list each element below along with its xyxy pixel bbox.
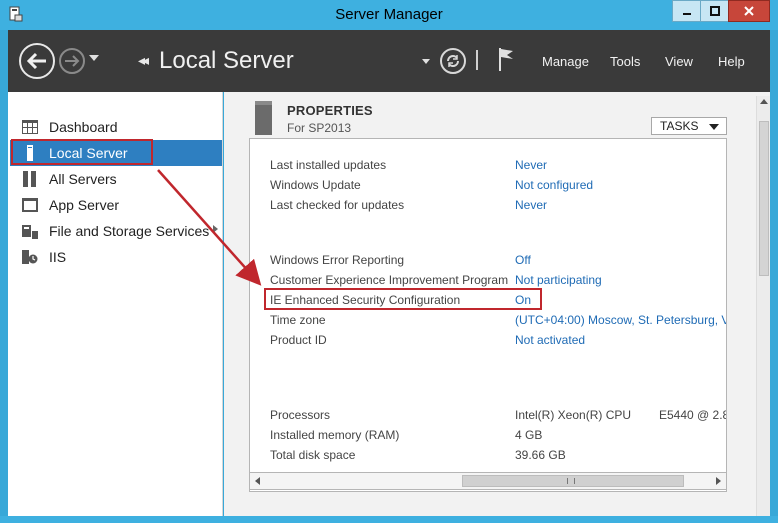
tasks-label: TASKS (660, 119, 699, 133)
sidebar-item-all-servers[interactable]: All Servers (10, 166, 222, 192)
menu-help[interactable]: Help (718, 54, 745, 69)
sidebar: Dashboard Local Server All Servers App S… (8, 92, 223, 516)
dashboard-icon (22, 119, 38, 135)
prop-value-windows-update[interactable]: Not configured (515, 178, 593, 192)
prop-label: Product ID (270, 333, 327, 347)
prop-label: Windows Error Reporting (270, 253, 405, 267)
properties-subtitle: For SP2013 (287, 121, 352, 135)
prop-label: Windows Update (270, 178, 361, 192)
history-dropdown-icon[interactable] (89, 55, 99, 61)
forward-button[interactable] (59, 48, 85, 74)
properties-panel: Last installed updates Never Windows Upd… (249, 138, 727, 492)
properties-server-icon (255, 101, 272, 135)
back-button[interactable] (19, 43, 55, 79)
sidebar-item-local-server[interactable]: Local Server (10, 140, 222, 166)
all-servers-icon (22, 171, 38, 187)
vertical-scroll-thumb[interactable] (759, 121, 769, 276)
scroll-grip-icon (567, 478, 575, 484)
horizontal-scrollbar[interactable] (249, 472, 727, 490)
prop-value-memory: 4 GB (515, 428, 543, 442)
expand-chevron-icon[interactable] (213, 225, 218, 233)
minimize-button[interactable] (672, 0, 702, 22)
sidebar-item-label: Dashboard (49, 119, 118, 135)
sidebar-item-label: IIS (49, 249, 67, 265)
prop-label: Time zone (270, 313, 326, 327)
sidebar-item-app-server[interactable]: App Server (10, 192, 222, 218)
prop-value-time-zone[interactable]: (UTC+04:00) Moscow, St. Petersburg, Vo (515, 313, 726, 327)
prop-value-processors: Intel(R) Xeon(R) CPU (515, 408, 632, 422)
iis-icon (22, 249, 38, 265)
tasks-dropdown-button[interactable]: TASKS (651, 117, 727, 135)
header-bar: ◂◂ Local Server Manage Tools View Help (8, 30, 770, 92)
menu-manage[interactable]: Manage (542, 54, 589, 69)
close-button[interactable] (728, 0, 770, 22)
prop-label: Total disk space (270, 448, 356, 462)
scroll-left-icon[interactable] (255, 477, 260, 485)
prop-label: Last installed updates (270, 158, 387, 172)
prop-value-product-id[interactable]: Not activated (515, 333, 585, 347)
prop-label: IE Enhanced Security Configuration (270, 293, 461, 307)
menu-tools[interactable]: Tools (610, 54, 640, 69)
notifications-flag-icon[interactable] (497, 46, 517, 72)
header-dropdown-icon[interactable] (422, 59, 430, 64)
prop-value-disk-space: 39.66 GB (515, 448, 566, 462)
sidebar-item-label: File and Storage Services (49, 223, 210, 239)
properties-title: PROPERTIES (287, 103, 373, 118)
sidebar-item-label: App Server (49, 197, 120, 213)
window-title: Server Manager (335, 6, 443, 23)
header-separator (476, 50, 478, 70)
prop-label: Customer Experience Improvement Program (270, 273, 509, 287)
refresh-icon[interactable] (440, 48, 466, 74)
server-icon (22, 145, 38, 161)
prop-value-ie-esc[interactable]: On (515, 293, 531, 307)
window-bottom-border (0, 516, 778, 523)
horizontal-scroll-thumb[interactable] (462, 475, 684, 487)
scroll-right-icon[interactable] (716, 477, 721, 485)
sidebar-item-file-storage[interactable]: File and Storage Services (10, 218, 222, 244)
prop-value-last-installed-updates[interactable]: Never (515, 158, 547, 172)
menu-view[interactable]: View (665, 54, 693, 69)
sidebar-item-dashboard[interactable]: Dashboard (10, 114, 222, 140)
sidebar-item-iis[interactable]: IIS (10, 244, 222, 270)
maximize-button[interactable] (700, 0, 730, 22)
file-storage-icon (22, 223, 38, 239)
scroll-up-icon[interactable] (760, 99, 768, 104)
chevron-down-icon (709, 124, 719, 130)
app-server-icon (22, 197, 38, 213)
prop-value-last-checked-updates[interactable]: Never (515, 198, 547, 212)
page-title: Local Server (159, 47, 294, 74)
prop-label: Last checked for updates (270, 198, 405, 212)
prop-value-ceip[interactable]: Not participating (515, 273, 602, 287)
sidebar-item-label: Local Server (49, 145, 128, 161)
sidebar-item-label: All Servers (49, 171, 117, 187)
breadcrumb-chevron-icon: ◂◂ (138, 52, 149, 68)
vertical-scrollbar[interactable] (756, 96, 770, 516)
prop-value-error-reporting[interactable]: Off (515, 253, 531, 267)
prop-value-processor-model: E5440 @ 2.8 (659, 408, 727, 422)
prop-label: Installed memory (RAM) (270, 428, 400, 442)
prop-label: Processors (270, 408, 331, 422)
title-bar: Server Manager (0, 0, 778, 30)
